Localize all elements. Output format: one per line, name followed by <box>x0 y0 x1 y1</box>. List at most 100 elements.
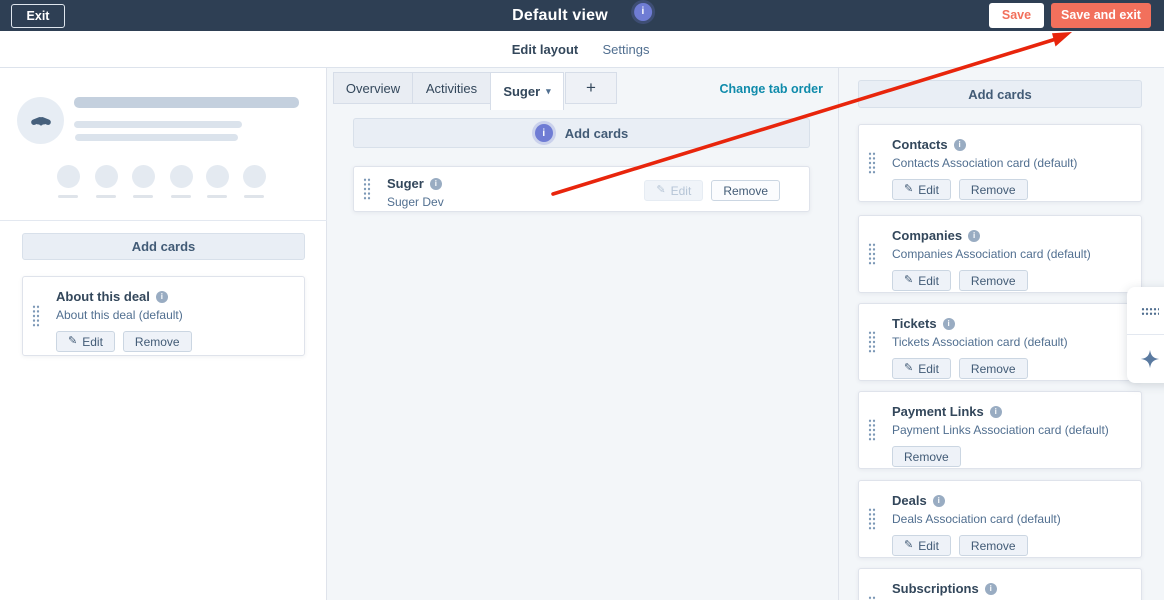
edit-button[interactable]: ✎ Edit <box>892 179 951 200</box>
drag-handle-icon[interactable] <box>868 595 876 600</box>
remove-button[interactable]: Remove <box>958 179 1028 200</box>
save-and-exit-button[interactable]: Save and exit <box>1051 3 1151 28</box>
info-icon[interactable]: i <box>155 290 168 303</box>
drag-handle-icon[interactable] <box>868 151 876 175</box>
remove-button[interactable]: Remove <box>711 180 780 201</box>
drag-dots-icon <box>1141 306 1159 315</box>
edit-button[interactable]: ✎ Edit <box>892 535 951 556</box>
center-add-cards-button[interactable]: i Add cards <box>353 118 810 148</box>
change-tab-order-link[interactable]: Change tab order <box>690 82 824 96</box>
card-title: About this deal <box>56 289 150 304</box>
remove-button[interactable]: Remove <box>958 270 1028 291</box>
drag-handle-icon[interactable] <box>868 330 876 354</box>
edit-label: Edit <box>670 183 692 198</box>
contacts-card: Contacts i Contacts Association card (def… <box>858 124 1142 202</box>
about-this-deal-card: About this deal i About this deal (defau… <box>22 276 305 356</box>
skeleton-action-circle <box>95 165 118 188</box>
pencil-icon: ✎ <box>656 184 666 196</box>
top-bar: Exit Default view i Save Save and exit <box>0 0 1164 31</box>
edit-button-disabled[interactable]: ✎ Edit <box>644 180 704 201</box>
info-icon[interactable]: i <box>953 138 966 151</box>
edit-label: Edit <box>918 538 939 553</box>
record-tab-overview[interactable]: Overview <box>333 72 413 104</box>
left-add-cards-button[interactable]: Add cards <box>22 233 305 260</box>
right-add-cards-button[interactable]: Add cards <box>858 80 1142 108</box>
skeleton-title-bar <box>74 97 299 108</box>
skeleton-action-circle <box>170 165 193 188</box>
skeleton-action-circle <box>206 165 229 188</box>
save-button[interactable]: Save <box>989 3 1044 28</box>
add-cards-label: Add cards <box>131 239 196 254</box>
card-title: Companies <box>892 228 963 243</box>
card-title: Suger <box>387 176 424 191</box>
pencil-icon: ✎ <box>904 183 914 195</box>
skeleton-text-bar <box>74 121 242 128</box>
info-icon[interactable]: i <box>429 177 442 190</box>
record-tab-label: Overview <box>345 80 401 96</box>
remove-label: Remove <box>134 334 180 349</box>
skeleton-action-label <box>207 195 227 198</box>
remove-button[interactable]: Remove <box>958 535 1028 556</box>
remove-button[interactable]: Remove <box>122 331 192 352</box>
skeleton-text-bar <box>75 134 238 141</box>
record-tab-label: Suger <box>503 84 541 99</box>
remove-label: Remove <box>723 183 768 198</box>
editor-nav: Edit layout Settings <box>0 31 1164 68</box>
add-cards-label: Add cards <box>564 125 629 141</box>
drag-handle-icon[interactable] <box>868 242 876 266</box>
card-subtitle: Contacts Association card (default) <box>892 156 1078 170</box>
record-tab-activities[interactable]: Activities <box>412 72 491 104</box>
edit-button[interactable]: ✎ Edit <box>56 331 115 352</box>
info-icon[interactable]: i <box>984 582 997 595</box>
skeleton-action-circle <box>57 165 80 188</box>
skeleton-action-label <box>58 195 78 198</box>
card-subtitle: About this deal (default) <box>56 308 183 322</box>
pencil-icon: ✎ <box>904 274 914 286</box>
edit-button[interactable]: ✎ Edit <box>892 270 951 291</box>
pencil-icon: ✎ <box>68 335 78 347</box>
info-icon[interactable]: i <box>932 494 945 507</box>
sparkle-icon <box>1140 349 1160 369</box>
card-subtitle: Deals Association card (default) <box>892 512 1061 526</box>
skeleton-action-label <box>244 195 264 198</box>
card-actions: ✎ Edit Remove <box>644 180 780 201</box>
page-title: Default view <box>512 6 608 24</box>
edit-button[interactable]: ✎ Edit <box>892 358 951 379</box>
info-icon[interactable]: i <box>989 405 1002 418</box>
onboarding-info-beacon[interactable]: i <box>534 124 553 142</box>
drag-handle-icon[interactable] <box>868 507 876 531</box>
deals-card: Deals i Deals Association card (default) … <box>858 480 1142 558</box>
remove-button[interactable]: Remove <box>958 358 1028 379</box>
skeleton-action-label <box>96 195 116 198</box>
edit-label: Edit <box>918 182 939 197</box>
add-tab-button[interactable]: + <box>565 72 617 104</box>
info-icon[interactable]: i <box>968 229 981 242</box>
record-tab-label: Activities <box>425 80 478 96</box>
skeleton-action-circle <box>132 165 155 188</box>
remove-button[interactable]: Remove <box>892 446 961 467</box>
remove-label: Remove <box>970 273 1016 288</box>
tab-settings[interactable]: Settings <box>595 31 657 67</box>
layout-editor-page: Exit Default view i Save Save and exit E… <box>0 0 1164 600</box>
payment-links-card: Payment Links i Payment Links Association… <box>858 391 1142 469</box>
record-tab-suger[interactable]: Suger ▾ <box>490 72 564 110</box>
handshake-icon <box>30 116 51 125</box>
suger-card: Suger i Suger Dev ✎ Edit Remove <box>353 166 810 212</box>
drag-handle-icon[interactable] <box>32 304 40 328</box>
drag-handle-icon[interactable] <box>868 418 876 442</box>
subscriptions-card: Subscriptionsi Subscriptions Association… <box>858 568 1142 600</box>
column-divider <box>838 68 839 600</box>
onboarding-info-beacon[interactable]: i <box>633 2 652 21</box>
edit-label: Edit <box>918 273 939 288</box>
tab-edit-layout[interactable]: Edit layout <box>501 31 589 67</box>
copilot-button[interactable] <box>1127 335 1164 383</box>
exit-button[interactable]: Exit <box>11 4 65 28</box>
companies-card: Companies i Companies Association card (d… <box>858 215 1142 293</box>
info-icon[interactable]: i <box>942 317 955 330</box>
card-subtitle: Companies Association card (default) <box>892 247 1091 261</box>
card-title: Payment Links <box>892 404 984 419</box>
widget-drag-handle[interactable] <box>1127 287 1164 335</box>
remove-label: Remove <box>970 361 1016 376</box>
tab-edit-layout-label: Edit layout <box>511 41 579 57</box>
drag-handle-icon[interactable] <box>363 177 371 201</box>
